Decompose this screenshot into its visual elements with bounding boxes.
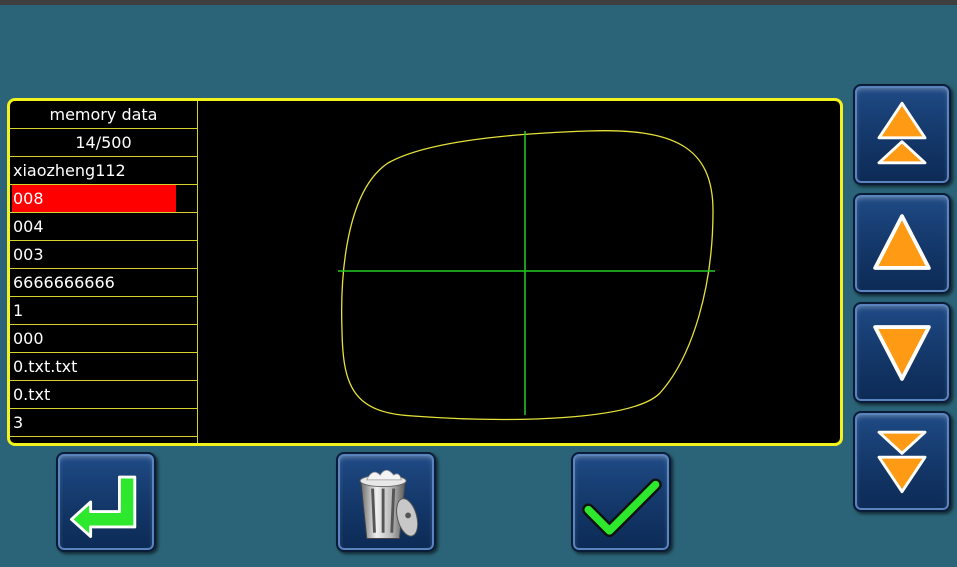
up-arrow-icon bbox=[873, 214, 931, 270]
scroll-down-button[interactable] bbox=[853, 302, 951, 403]
memory-list-header: memory data bbox=[10, 101, 197, 129]
list-item[interactable]: 0.txt.txt bbox=[10, 353, 197, 381]
scroll-last-button[interactable] bbox=[853, 411, 951, 512]
list-item[interactable]: 000 bbox=[10, 325, 197, 353]
list-item-selected[interactable]: 008 bbox=[10, 185, 197, 213]
shape-viewer bbox=[198, 101, 840, 443]
memory-count: 14/500 bbox=[10, 129, 197, 157]
back-button[interactable] bbox=[56, 452, 156, 552]
down-arrow-icon bbox=[873, 325, 931, 381]
list-item-label: 008 bbox=[12, 185, 176, 212]
confirm-button[interactable] bbox=[571, 452, 671, 552]
list-item[interactable]: 003 bbox=[10, 241, 197, 269]
double-up-arrow-icon bbox=[877, 101, 927, 165]
list-item[interactable]: 6666666666 bbox=[10, 269, 197, 297]
lens-shape-outline bbox=[341, 130, 714, 421]
list-item[interactable]: 3 bbox=[10, 409, 197, 437]
top-bar-line bbox=[0, 0, 957, 5]
scroll-up-button[interactable] bbox=[853, 193, 951, 294]
list-item[interactable]: xiaozheng112 bbox=[10, 157, 197, 185]
double-down-arrow-icon bbox=[877, 430, 927, 494]
checkmark-icon bbox=[582, 478, 662, 538]
delete-button[interactable] bbox=[336, 452, 436, 552]
list-item[interactable]: 1 bbox=[10, 297, 197, 325]
memory-data-panel: memory data 14/500 xiaozheng112 008 004 … bbox=[7, 98, 843, 446]
list-item[interactable]: 004 bbox=[10, 213, 197, 241]
trash-can-icon bbox=[359, 469, 419, 539]
scroll-first-button[interactable] bbox=[853, 84, 951, 185]
return-arrow-icon bbox=[70, 475, 137, 538]
list-item[interactable]: 0.txt bbox=[10, 381, 197, 409]
memory-list: memory data 14/500 xiaozheng112 008 004 … bbox=[10, 101, 198, 443]
